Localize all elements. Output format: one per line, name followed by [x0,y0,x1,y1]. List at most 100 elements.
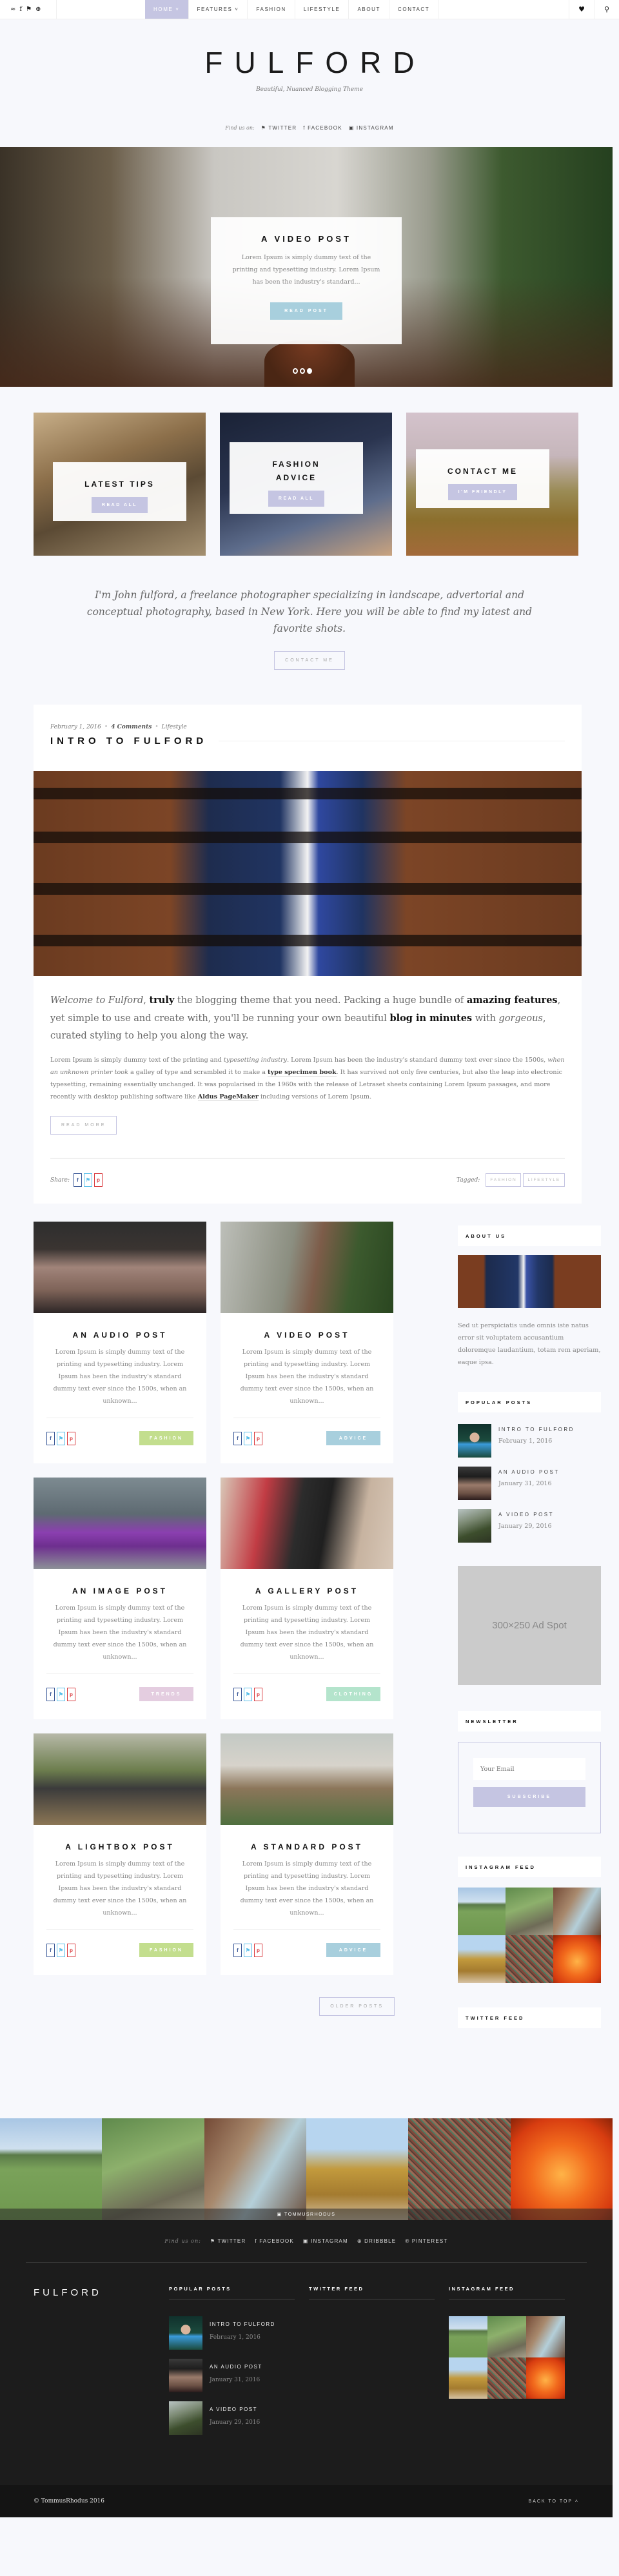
aldus-pagemaker-link[interactable]: Aldus PageMaker [197,1093,259,1101]
footer-popular-thumbnail[interactable] [169,2401,202,2435]
search-icon[interactable]: ⚲ [594,0,619,19]
share-facebook-icon[interactable]: f [46,1943,55,1957]
popular-post-thumbnail[interactable] [458,1467,491,1500]
post-category-link[interactable]: Lifestyle [162,724,187,730]
share-pinterest-icon[interactable]: p [94,1173,103,1187]
menu-item-contact[interactable]: CONTACT [389,0,439,19]
share-pinterest-icon[interactable]: p [67,1943,75,1957]
share-facebook-icon[interactable]: f [46,1687,55,1701]
post-card-title[interactable]: AN AUDIO POST [34,1331,206,1340]
popular-post-item[interactable]: AN AUDIO POST January 31, 2016 [458,1467,601,1500]
footer-popular-item[interactable]: A VIDEO POST January 29, 2016 [169,2401,295,2435]
instagram-photo[interactable] [449,2357,487,2399]
slider-dot[interactable] [300,368,305,374]
footer-pinterest-link[interactable]: ℗ PINTEREST [405,2238,447,2244]
twitter-link[interactable]: ⚑ TWITTER [261,125,297,131]
footer-facebook-link[interactable]: f FACEBOOK [255,2238,293,2244]
subscribe-button[interactable]: SUBSCRIBE [473,1787,585,1807]
footer-dribbble-link[interactable]: ⊕ DRIBBBLE [357,2238,397,2244]
post-card-image[interactable] [221,1733,393,1825]
popular-post-title[interactable]: A VIDEO POST [498,1512,554,1517]
popular-post-title[interactable]: AN AUDIO POST [498,1469,560,1475]
post-card-title[interactable]: A STANDARD POST [221,1842,393,1851]
promo-fashion-advice[interactable]: FASHION ADVICE READ ALL [220,413,392,556]
post-card-image[interactable] [34,1478,206,1569]
instagram-photo[interactable] [458,1935,506,1983]
slider-dot-active[interactable] [307,368,312,374]
read-post-button[interactable]: READ POST [270,302,342,320]
instagram-strip-photo[interactable] [408,2118,511,2220]
share-facebook-icon[interactable]: f [233,1943,242,1957]
post-category-badge[interactable]: CLOTHING [326,1687,380,1701]
newsletter-email-input[interactable] [473,1758,585,1780]
instagram-strip-photo[interactable] [510,2118,613,2220]
footer-twitter-link[interactable]: ⚑ TWITTER [210,2238,246,2244]
share-facebook-icon[interactable]: f [46,1431,55,1445]
read-all-button[interactable]: READ ALL [268,491,325,507]
instagram-photo[interactable] [506,1935,553,1983]
post-comments-link[interactable]: 4 Comments [111,724,152,730]
instagram-photo[interactable] [553,1888,601,1935]
footer-instagram-link[interactable]: ▣ INSTAGRAM [303,2238,348,2244]
dribbble-icon[interactable]: ⊕ [35,6,41,13]
instagram-strip-photo[interactable] [306,2118,409,2220]
share-pinterest-icon[interactable]: p [67,1431,75,1445]
read-more-button[interactable]: READ MORE [50,1116,117,1135]
promo-latest-tips[interactable]: LATEST TIPS READ ALL [34,413,206,556]
twitter-icon[interactable]: ⚑ [26,6,32,13]
instagram-photo[interactable] [506,1888,553,1935]
share-twitter-icon[interactable]: ⚑ [57,1687,65,1701]
instagram-photo[interactable] [553,1935,601,1983]
footer-popular-item[interactable]: INTRO TO FULFORD February 1, 2016 [169,2316,295,2350]
popular-post-item[interactable]: INTRO TO FULFORD February 1, 2016 [458,1424,601,1458]
tag-fashion[interactable]: FASHION [486,1173,522,1187]
popular-post-title[interactable]: INTRO TO FULFORD [498,1427,575,1432]
slider-dot[interactable] [293,368,298,374]
facebook-link[interactable]: f FACEBOOK [303,125,342,131]
instagram-strip-photo[interactable] [204,2118,306,2220]
hero-slider[interactable]: A VIDEO POST Lorem Ipsum is simply dummy… [0,147,613,387]
menu-item-fashion[interactable]: FASHION [248,0,295,19]
share-twitter-icon[interactable]: ⚑ [244,1687,252,1701]
rss-icon[interactable]: ≈ [10,6,15,13]
type-specimen-link[interactable]: type specimen book [268,1069,337,1077]
share-pinterest-icon[interactable]: p [254,1687,262,1701]
instagram-strip-photo[interactable] [0,2118,103,2220]
older-posts-button[interactable]: OLDER POSTS [319,1997,395,2016]
share-facebook-icon[interactable]: f [233,1431,242,1445]
share-facebook-icon[interactable]: f [74,1173,82,1187]
footer-popular-thumbnail[interactable] [169,2316,202,2350]
footer-popular-thumbnail[interactable] [169,2359,202,2392]
site-logo[interactable]: FULFORD [0,45,619,80]
featured-post-image[interactable] [34,771,582,976]
contact-me-button[interactable]: CONTACT ME [274,651,345,670]
facebook-icon[interactable]: f [19,6,22,13]
footer-logo[interactable]: FULFORD [34,2287,169,2485]
im-friendly-button[interactable]: I'M FRIENDLY [447,484,518,500]
post-card-image[interactable] [221,1222,393,1313]
share-pinterest-icon[interactable]: p [67,1687,75,1701]
popular-post-thumbnail[interactable] [458,1509,491,1543]
back-to-top-link[interactable]: BACK TO TOP ˄ [529,2499,579,2504]
footer-popular-post-title[interactable]: AN AUDIO POST [210,2364,262,2370]
post-category-badge[interactable]: TRENDS [139,1687,193,1701]
post-card-title[interactable]: A GALLERY POST [221,1586,393,1595]
instagram-handle-link[interactable]: ▣ TOMMUSRHODUS [0,2209,613,2220]
share-twitter-icon[interactable]: ⚑ [84,1173,92,1187]
menu-item-features[interactable]: FEATURES ˅ [189,0,248,19]
footer-popular-post-title[interactable]: INTRO TO FULFORD [210,2321,275,2327]
post-category-badge[interactable]: FASHION [139,1431,193,1445]
tag-lifestyle[interactable]: LIFESTYLE [523,1173,565,1187]
post-category-badge[interactable]: ADVICE [326,1431,380,1445]
menu-item-about[interactable]: ABOUT [349,0,390,19]
share-pinterest-icon[interactable]: p [254,1943,262,1957]
post-card-image[interactable] [34,1733,206,1825]
share-facebook-icon[interactable]: f [233,1687,242,1701]
instagram-link[interactable]: ▣ INSTAGRAM [349,125,394,131]
instagram-photo[interactable] [487,2316,526,2357]
instagram-strip-photo[interactable] [102,2118,204,2220]
post-card-title[interactable]: AN IMAGE POST [34,1586,206,1595]
instagram-photo[interactable] [458,1888,506,1935]
read-all-button[interactable]: READ ALL [91,497,148,513]
instagram-photo[interactable] [526,2357,565,2399]
